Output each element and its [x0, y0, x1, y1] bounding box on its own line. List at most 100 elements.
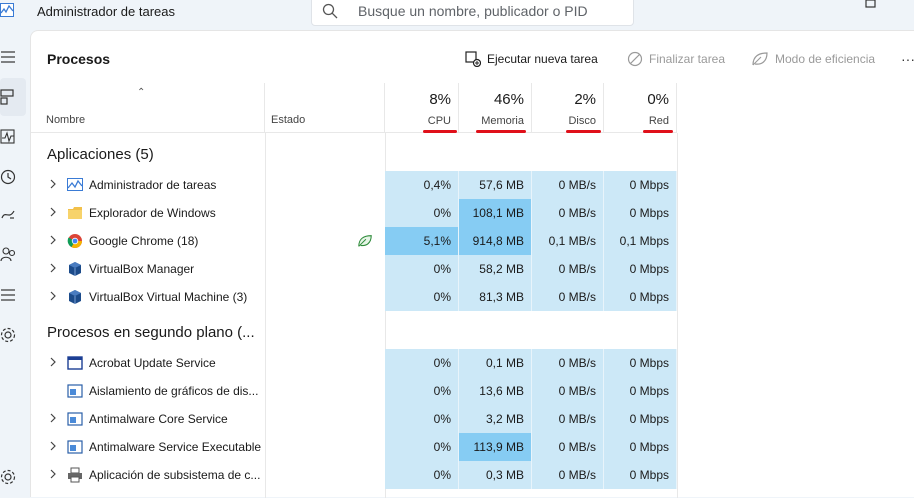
process-name: Administrador de tareas: [89, 178, 217, 192]
column-header-name[interactable]: ⌃ Nombre: [31, 83, 265, 133]
performance-icon[interactable]: [0, 128, 18, 146]
sort-up-icon: ⌃: [137, 87, 146, 98]
column-header-status[interactable]: Estado: [265, 83, 385, 133]
table-row[interactable]: Administrador de tareas 0,4% 57,6 MB 0 MB/s…: [31, 171, 677, 199]
leaf-icon: [752, 52, 768, 66]
disk-percent: 2%: [574, 91, 596, 108]
startup-apps-icon[interactable]: [0, 206, 18, 224]
disk-cell: 0 MB/s: [532, 433, 604, 461]
memory-cell: 0,1 MB: [459, 349, 532, 377]
column-header-cpu[interactable]: 8% CPU: [385, 83, 459, 133]
app-history-icon[interactable]: [0, 168, 18, 186]
table-row[interactable]: Antimalware Service Executable 0% 113,9 MB…: [31, 433, 677, 461]
chevron-right-icon[interactable]: [49, 469, 57, 479]
disk-cell: 0 MB/s: [532, 377, 604, 405]
network-cell: 0 Mbps: [604, 377, 677, 405]
processes-icon[interactable]: [0, 88, 18, 106]
users-icon[interactable]: [0, 246, 18, 264]
new-task-icon: [465, 51, 481, 67]
memory-cell: 0,3 MB: [459, 461, 532, 489]
toolbar: Procesos Ejecutar nueva tarea Finalizar …: [31, 31, 914, 83]
end-task-button[interactable]: Finalizar tarea: [627, 49, 725, 69]
status-cell: [265, 433, 385, 461]
services-icon[interactable]: [0, 326, 18, 344]
status-cell: [265, 171, 385, 199]
process-name-cell[interactable]: Aplicación de subsistema de c...: [31, 461, 265, 489]
column-header-memory[interactable]: 46% Memoria: [459, 83, 532, 133]
status-cell: [265, 283, 385, 311]
memory-cell: 81,3 MB: [459, 283, 532, 311]
settings-gear-icon[interactable]: [0, 468, 18, 486]
window-title: Administrador de tareas: [37, 4, 176, 19]
efficiency-mode-button[interactable]: Modo de eficiencia: [751, 49, 875, 69]
status-cell: [265, 227, 385, 255]
chevron-right-icon[interactable]: [49, 413, 57, 423]
disk-cell: 0 MB/s: [532, 199, 604, 227]
end-task-icon: [627, 51, 643, 67]
disk-cell: 0 MB/s: [532, 405, 604, 433]
printer-icon: [68, 467, 82, 483]
annotation-underline-memory: [476, 130, 526, 133]
chevron-right-icon[interactable]: [49, 235, 57, 245]
group-header-apps[interactable]: Aplicaciones (5): [47, 146, 154, 163]
process-name-cell[interactable]: Antimalware Service Executable: [31, 433, 265, 461]
table-row[interactable]: Antimalware Core Service 0% 3,2 MB 0 MB/s 0 …: [31, 405, 677, 433]
run-new-task-button[interactable]: Ejecutar nueva tarea: [465, 49, 598, 69]
more-options-icon[interactable]: ···: [901, 49, 914, 69]
process-name-cell[interactable]: Administrador de tareas: [31, 171, 265, 199]
cpu-cell: 0%: [385, 405, 459, 433]
memory-cell: 58,2 MB: [459, 255, 532, 283]
process-name-cell[interactable]: Antimalware Core Service: [31, 405, 265, 433]
folder-icon: [68, 207, 82, 219]
chevron-right-icon[interactable]: [49, 179, 57, 189]
process-name-cell[interactable]: Aislamiento de gráficos de dis...: [31, 377, 265, 405]
process-name-cell[interactable]: VirtualBox Manager: [31, 255, 265, 283]
table-row[interactable]: Google Chrome (18) 5,1% 914,8 MB 0,1 MB/s 0,…: [31, 227, 677, 255]
page-title: Procesos: [47, 51, 111, 67]
disk-cell: 0 MB/s: [532, 461, 604, 489]
table-row[interactable]: VirtualBox Virtual Machine (3) 0% 81,3 MB 0…: [31, 283, 677, 311]
chevron-right-icon[interactable]: [49, 441, 57, 451]
title-bar: Administrador de tareas Busque un nombre…: [0, 0, 914, 30]
network-cell: 0 Mbps: [604, 199, 677, 227]
column-header-network[interactable]: 0% Red: [604, 83, 677, 133]
chevron-right-icon[interactable]: [49, 207, 57, 217]
process-name: Acrobat Update Service: [89, 356, 216, 370]
table-row[interactable]: Acrobat Update Service 0% 0,1 MB 0 MB/s 0 Mb…: [31, 349, 677, 377]
details-icon[interactable]: [0, 286, 18, 304]
table-row[interactable]: Aislamiento de gráficos de dis... 0% 13,6 …: [31, 377, 677, 405]
network-cell: 0 Mbps: [604, 433, 677, 461]
process-name-cell[interactable]: VirtualBox Virtual Machine (3): [31, 283, 265, 311]
maximize-icon[interactable]: [864, 0, 878, 10]
group-header-background[interactable]: Procesos en segundo plano (...: [47, 324, 255, 341]
table-row[interactable]: VirtualBox Manager 0% 58,2 MB 0 MB/s 0 Mbps: [31, 255, 677, 283]
table-row[interactable]: Aplicación de subsistema de c... 0% 0,3 MB…: [31, 461, 677, 489]
main-panel: Procesos Ejecutar nueva tarea Finalizar …: [30, 30, 914, 498]
cpu-cell: 0%: [385, 199, 459, 227]
memory-cell: 108,1 MB: [459, 199, 532, 227]
chrome-icon: [67, 234, 82, 248]
hamburger-menu-icon[interactable]: [0, 48, 18, 66]
process-name: Aislamiento de gráficos de dis...: [89, 384, 259, 398]
process-name-cell[interactable]: Acrobat Update Service: [31, 349, 265, 377]
chevron-right-icon[interactable]: [49, 291, 57, 301]
annotation-underline-disk: [566, 130, 601, 133]
status-cell: [265, 377, 385, 405]
process-name: VirtualBox Virtual Machine (3): [89, 290, 248, 304]
status-cell: [265, 405, 385, 433]
process-name-cell[interactable]: Explorador de Windows: [31, 199, 265, 227]
table-row[interactable]: Explorador de Windows 0% 108,1 MB 0 MB/s 0 M…: [31, 199, 677, 227]
column-header-disk[interactable]: 2% Disco: [532, 83, 604, 133]
chevron-right-icon[interactable]: [49, 263, 57, 273]
network-cell: 0 Mbps: [604, 283, 677, 311]
process-name-cell[interactable]: Google Chrome (18): [31, 227, 265, 255]
virtualbox-icon: [69, 290, 81, 304]
task-manager-icon: [67, 178, 83, 191]
memory-label: Memoria: [481, 115, 524, 127]
service-window-icon: [67, 412, 83, 426]
chevron-right-icon[interactable]: [49, 357, 57, 367]
search-input[interactable]: Busque un nombre, publicador o PID: [311, 0, 634, 26]
cpu-cell: 0,4%: [385, 171, 459, 199]
memory-percent: 46%: [493, 91, 524, 108]
cpu-label: CPU: [427, 115, 451, 127]
